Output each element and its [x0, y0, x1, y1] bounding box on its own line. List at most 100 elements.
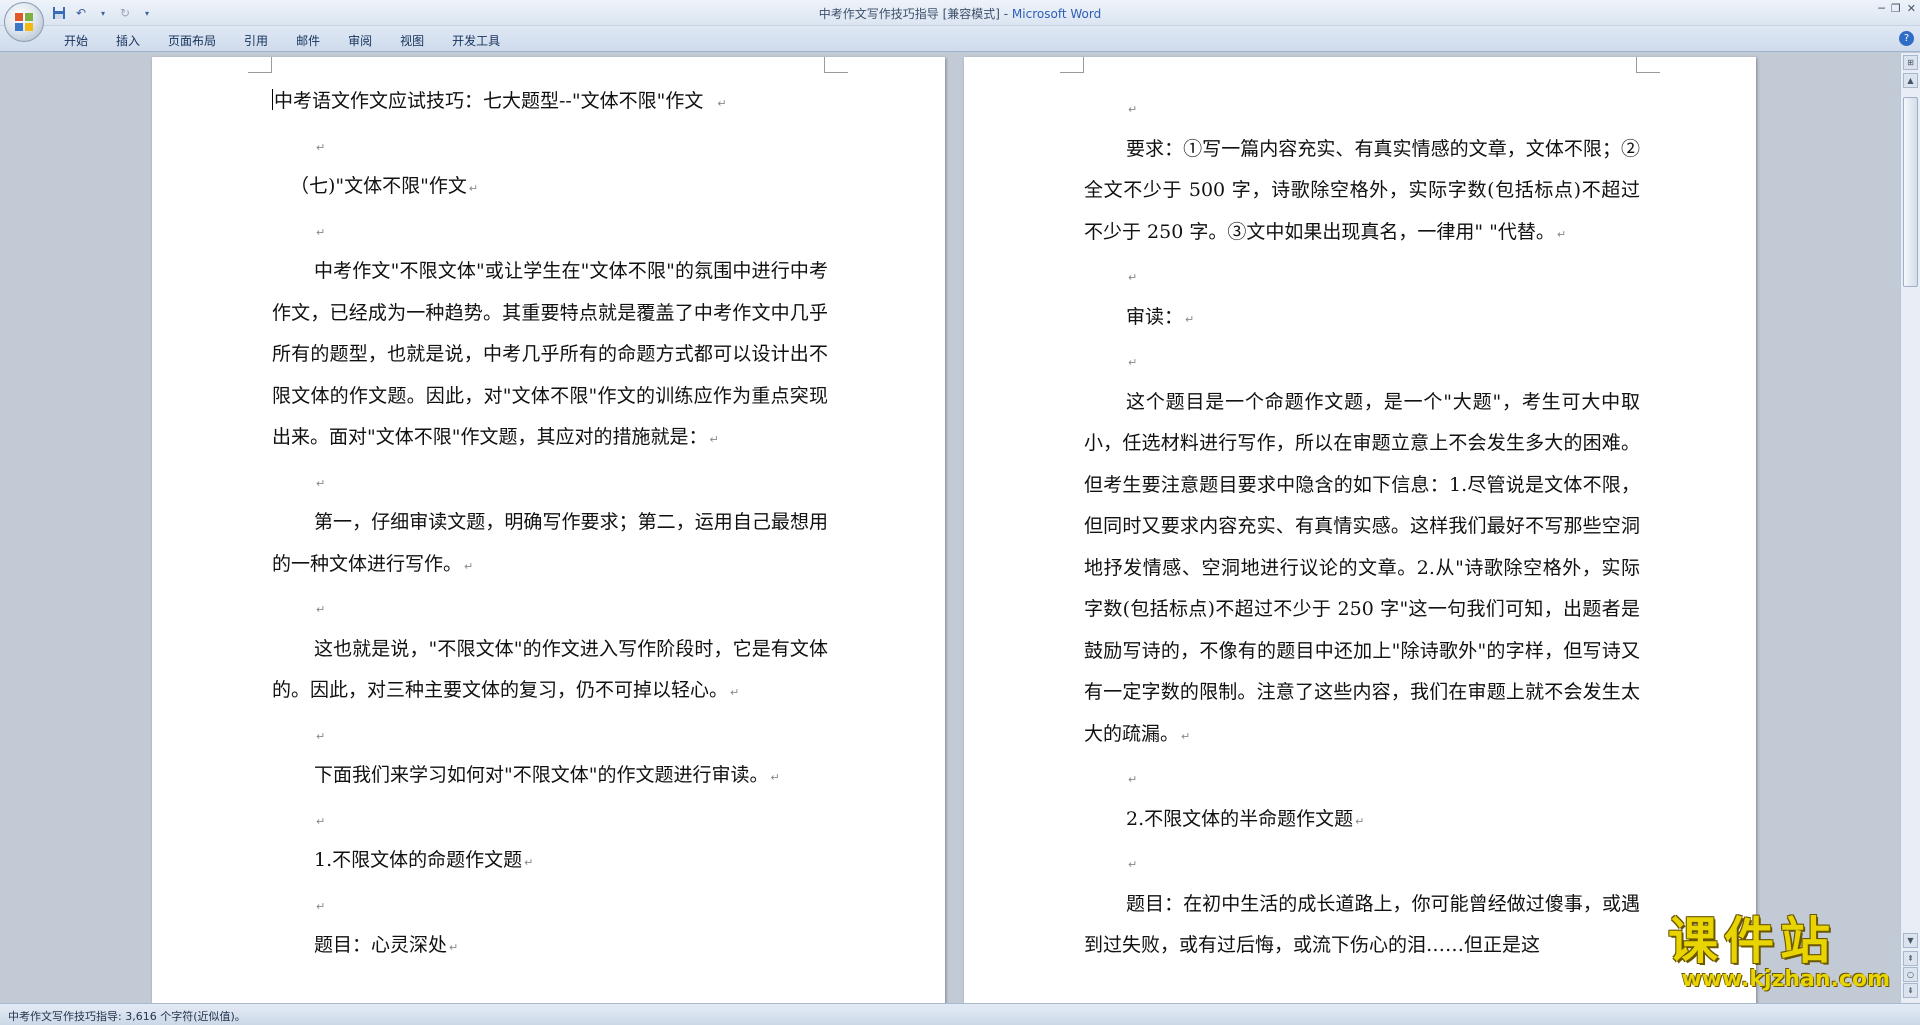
empty-paragraph[interactable]: ↵ [272, 799, 828, 841]
empty-paragraph[interactable]: ↵ [1084, 757, 1640, 799]
help-icon[interactable]: ? [1899, 31, 1914, 46]
minimize-icon[interactable]: ─ [1878, 2, 1885, 15]
paragraph-text: 审读： [1126, 305, 1184, 328]
paragraph[interactable]: 2.不限文体的半命题作文题 ↵ [1084, 799, 1640, 843]
paragraph[interactable]: 下面我们来学习如何对"不限文体"的作文题进行审读。 ↵ [272, 755, 828, 799]
paragraph-mark-icon: ↵ [1185, 312, 1195, 326]
next-page-icon[interactable]: ⇟ [1903, 983, 1918, 998]
watermark-title: 课件站 [1668, 912, 1836, 970]
document-heading[interactable]: 中考语文作文应试技巧：七大题型--"文体不限"作文 ↵ [272, 81, 828, 125]
document-body[interactable]: ↵ 要求：①写一篇内容充实、有真实情感的文章，文体不限；②全文不少于 500 字，… [1084, 87, 1640, 967]
margin-corner [1060, 57, 1084, 73]
tab-7[interactable]: 开发工具 [438, 30, 514, 51]
empty-paragraph[interactable]: ↵ [272, 587, 828, 629]
tab-0[interactable]: 开始 [50, 30, 102, 51]
scroll-thumb[interactable] [1903, 97, 1918, 287]
close-icon[interactable]: ✕ [1907, 2, 1916, 15]
paragraph-mark-icon: ↵ [449, 941, 459, 954]
paragraph-mark-icon: ↵ [316, 225, 326, 239]
tab-3[interactable]: 引用 [230, 30, 282, 51]
paragraph-mark-icon: ↵ [468, 182, 479, 195]
paragraph-mark-icon: ↵ [1128, 271, 1138, 284]
paragraph[interactable]: 中考作文"不限文体"或让学生在"文体不限"的氛围中进行中考作文，已经成为一种趋势… [272, 251, 828, 461]
office-button[interactable] [4, 2, 44, 42]
vertical-scrollbar[interactable]: ⊞ ▲ ▼ ⇞ ○ ⇟ [1900, 53, 1920, 1003]
paragraph-text: 中考语文作文应试技巧：七大题型--"文体不限"作文 [274, 90, 716, 112]
watermark-url: www.kjzhan.com [1681, 967, 1890, 992]
watermark-logo: 课件站 www.kjzhan.com [1668, 915, 1896, 997]
paragraph-mark-icon: ↵ [316, 729, 326, 743]
paragraph-mark-icon: ↵ [464, 559, 474, 573]
page-right[interactable]: ↵ 要求：①写一篇内容充实、有真实情感的文章，文体不限；②全文不少于 500 字，… [964, 57, 1756, 1003]
empty-paragraph[interactable]: ↵ [272, 210, 828, 252]
paragraph[interactable]: 审读： ↵ [1084, 297, 1640, 341]
empty-paragraph[interactable]: ↵ [272, 461, 828, 503]
scroll-down-icon[interactable]: ▼ [1903, 933, 1918, 948]
margin-corner [824, 57, 848, 73]
empty-paragraph[interactable]: ↵ [272, 884, 828, 926]
app-name: Microsoft Word [1011, 7, 1102, 21]
paragraph-text: 2.不限文体的半命题作文题 [1126, 807, 1354, 830]
document-body[interactable]: 中考语文作文应试技巧：七大题型--"文体不限"作文 ↵ ↵ （七)"文体不限"作文 ↵… [272, 81, 828, 969]
margin-corner [1636, 57, 1660, 73]
paragraph-mark-icon: ↵ [717, 97, 727, 110]
paragraph-mark-icon: ↵ [1128, 103, 1138, 116]
paragraph[interactable]: 1.不限文体的命题作文题 ↵ [272, 840, 828, 884]
paragraph-text: 1.不限文体的命题作文题 [314, 849, 523, 871]
status-bar: 中考作文写作技巧指导: 3,616 个字符(近似值)。 [0, 1003, 1920, 1025]
paragraph-mark-icon: ↵ [316, 140, 326, 154]
tab-6[interactable]: 视图 [386, 30, 438, 51]
restore-icon[interactable]: ❐ [1891, 2, 1901, 15]
empty-paragraph[interactable]: ↵ [1084, 842, 1640, 884]
paragraph[interactable]: 题目：在初中生活的成长道路上，你可能曾经做过傻事，或遇到过失败，或有过后悔，或流… [1084, 884, 1640, 967]
prev-page-icon[interactable]: ⇞ [1903, 951, 1918, 966]
paragraph[interactable]: 要求：①写一篇内容充实、有真实情感的文章，文体不限；②全文不少于 500 字，诗… [1084, 129, 1640, 256]
paragraph-mark-icon: ↵ [730, 686, 740, 699]
empty-paragraph[interactable]: ↵ [1084, 87, 1640, 129]
select-browse-object-icon[interactable]: ○ [1903, 967, 1918, 982]
office-logo-icon [15, 13, 33, 31]
scroll-up-icon[interactable]: ▲ [1903, 73, 1918, 88]
paragraph-text: 下面我们来学习如何对"不限文体"的作文题进行审读。 [314, 764, 769, 786]
paragraph-mark-icon: ↵ [316, 899, 326, 913]
paragraph-mark-icon: ↵ [1355, 814, 1365, 828]
paragraph[interactable]: 这也就是说，"不限文体"的作文进入写作阶段时，它是有文体的。因此，对三种主要文体… [272, 629, 828, 714]
text-cursor [272, 89, 273, 110]
word-count-status[interactable]: 中考作文写作技巧指导: 3,616 个字符(近似值)。 [8, 1008, 246, 1024]
paragraph[interactable]: 这个题目是一个命题作文题，是一个"大题"，考生可大中取小，任选材料进行写作，所以… [1084, 382, 1640, 758]
ruler-toggle-icon[interactable]: ⊞ [1903, 55, 1918, 70]
empty-paragraph[interactable]: ↵ [1084, 255, 1640, 297]
paragraph-mark-icon: ↵ [1128, 773, 1138, 786]
paragraph-text: 这也就是说，"不限文体"的作文进入写作阶段时，它是有文体的。因此，对三种主要文体… [272, 637, 828, 702]
paragraph-mark-icon: ↵ [1128, 858, 1138, 871]
paragraph-text: （七)"文体不限"作文 [290, 175, 467, 197]
paragraph-mark-icon: ↵ [316, 603, 326, 616]
tab-5[interactable]: 审阅 [334, 30, 386, 51]
paragraph[interactable]: 题目：心灵深处 ↵ [272, 925, 828, 969]
window-title: 中考作文写作技巧指导 [兼容模式] - Microsoft Word [0, 5, 1920, 22]
paragraph[interactable]: （七)"文体不限"作文 ↵ [272, 166, 828, 210]
tab-2[interactable]: 页面布局 [154, 30, 230, 51]
paragraph-mark-icon: ↵ [316, 476, 326, 490]
empty-paragraph[interactable]: ↵ [1084, 340, 1640, 382]
empty-paragraph[interactable]: ↵ [272, 714, 828, 756]
paragraph-mark-icon: ↵ [770, 771, 780, 784]
paragraph-mark-icon: ↵ [1556, 227, 1567, 241]
margin-corner [248, 57, 272, 73]
paragraph-text: 题目：心灵深处 [314, 934, 448, 956]
page-left[interactable]: 中考语文作文应试技巧：七大题型--"文体不限"作文 ↵ ↵ （七)"文体不限"作文 ↵… [152, 57, 945, 1003]
paragraph-mark-icon: ↵ [1128, 356, 1138, 369]
paragraph[interactable]: 第一，仔细审读文题，明确写作要求；第二，运用自己最想用的一种文体进行写作。 ↵ [272, 502, 828, 587]
tab-4[interactable]: 邮件 [282, 30, 334, 51]
ribbon-tabs: 开始 插入 页面布局 引用 邮件 审阅 视图 开发工具 [50, 30, 514, 51]
paragraph-text: 题目：在初中生活的成长道路上，你可能曾经做过傻事，或遇到过失败，或有过后悔，或流… [1084, 892, 1640, 957]
title-bar: ↶ ▾ ↻ ▾ 中考作文写作技巧指导 [兼容模式] - Microsoft Wo… [0, 0, 1920, 26]
document-workspace: 中考语文作文应试技巧：七大题型--"文体不限"作文 ↵ ↵ （七)"文体不限"作文 ↵… [0, 53, 1900, 1003]
document-title: 中考作文写作技巧指导 [兼容模式] - [818, 7, 1012, 21]
empty-paragraph[interactable]: ↵ [272, 125, 828, 167]
paragraph-mark-icon: ↵ [316, 814, 326, 828]
paragraph-text: 要求：①写一篇内容充实、有真实情感的文章，文体不限；②全文不少于 500 字，诗… [1084, 137, 1640, 243]
paragraph-text: 第一，仔细审读文题，明确写作要求；第二，运用自己最想用的一种文体进行写作。 [272, 511, 828, 575]
paragraph-text: 这个题目是一个命题作文题，是一个"大题"，考生可大中取小，任选材料进行写作，所以… [1084, 390, 1640, 745]
tab-1[interactable]: 插入 [102, 30, 154, 51]
